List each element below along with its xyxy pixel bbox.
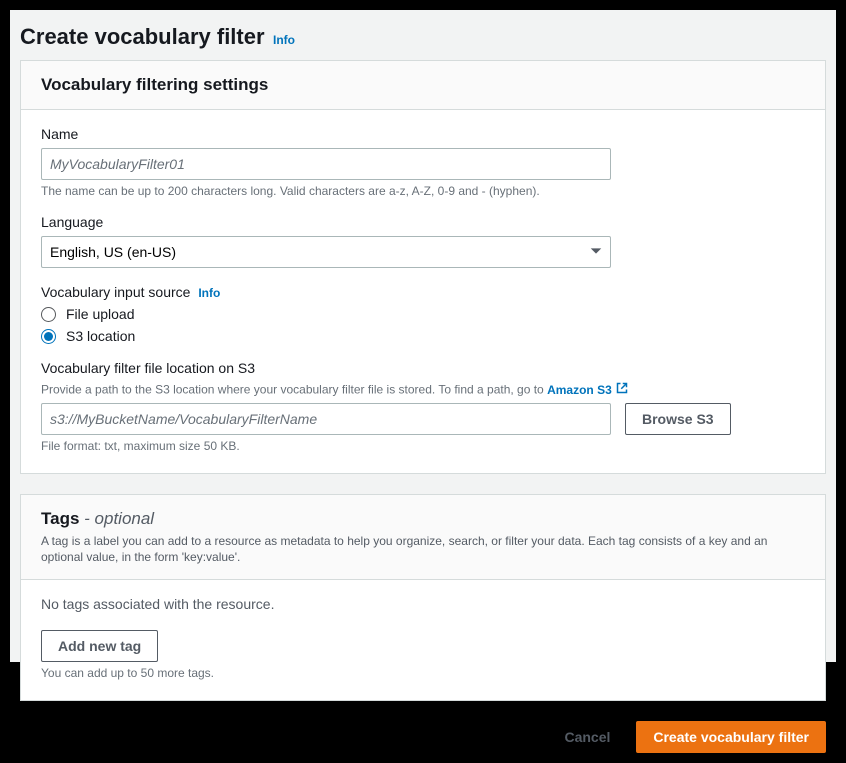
input-source-info-link[interactable]: Info — [198, 286, 220, 300]
radio-icon — [41, 329, 56, 344]
name-label: Name — [41, 126, 805, 142]
language-select[interactable]: English, US (en-US) — [41, 236, 611, 268]
tags-limit-text: You can add up to 50 more tags. — [41, 666, 805, 680]
footer-actions: Cancel Create vocabulary filter — [10, 721, 836, 763]
s3-location-label: Vocabulary filter file location on S3 — [41, 360, 805, 376]
radio-file-upload[interactable]: File upload — [41, 306, 805, 322]
s3-location-desc: Provide a path to the S3 location where … — [41, 382, 805, 397]
external-link-icon — [616, 382, 628, 397]
cancel-button[interactable]: Cancel — [548, 721, 626, 753]
tags-panel-title: Tags - optional — [41, 509, 805, 529]
s3-help-text: File format: txt, maximum size 50 KB. — [41, 439, 805, 453]
radio-s3-location-label: S3 location — [66, 328, 135, 344]
name-input[interactable] — [41, 148, 611, 180]
settings-panel: Vocabulary filtering settings Name The n… — [20, 60, 826, 474]
tags-panel-desc: A tag is a label you can add to a resour… — [41, 533, 805, 565]
amazon-s3-link[interactable]: Amazon S3 — [547, 382, 628, 397]
tags-optional-text: - optional — [79, 509, 154, 528]
language-label: Language — [41, 214, 805, 230]
page-info-link[interactable]: Info — [273, 33, 295, 47]
input-source-label: Vocabulary input source Info — [41, 284, 805, 300]
input-source-label-text: Vocabulary input source — [41, 284, 190, 300]
tags-title-text: Tags — [41, 509, 79, 528]
radio-icon — [41, 307, 56, 322]
create-button[interactable]: Create vocabulary filter — [636, 721, 826, 753]
no-tags-text: No tags associated with the resource. — [41, 596, 805, 612]
browse-s3-button[interactable]: Browse S3 — [625, 403, 731, 435]
radio-s3-location[interactable]: S3 location — [41, 328, 805, 344]
s3-location-input[interactable] — [41, 403, 611, 435]
radio-file-upload-label: File upload — [66, 306, 135, 322]
name-help-text: The name can be up to 200 characters lon… — [41, 184, 805, 198]
amazon-s3-link-text: Amazon S3 — [547, 383, 612, 397]
page-title: Create vocabulary filter — [20, 24, 265, 49]
tags-panel: Tags - optional A tag is a label you can… — [20, 494, 826, 701]
s3-desc-text: Provide a path to the S3 location where … — [41, 383, 547, 397]
add-new-tag-button[interactable]: Add new tag — [41, 630, 158, 662]
settings-panel-title: Vocabulary filtering settings — [41, 75, 805, 95]
